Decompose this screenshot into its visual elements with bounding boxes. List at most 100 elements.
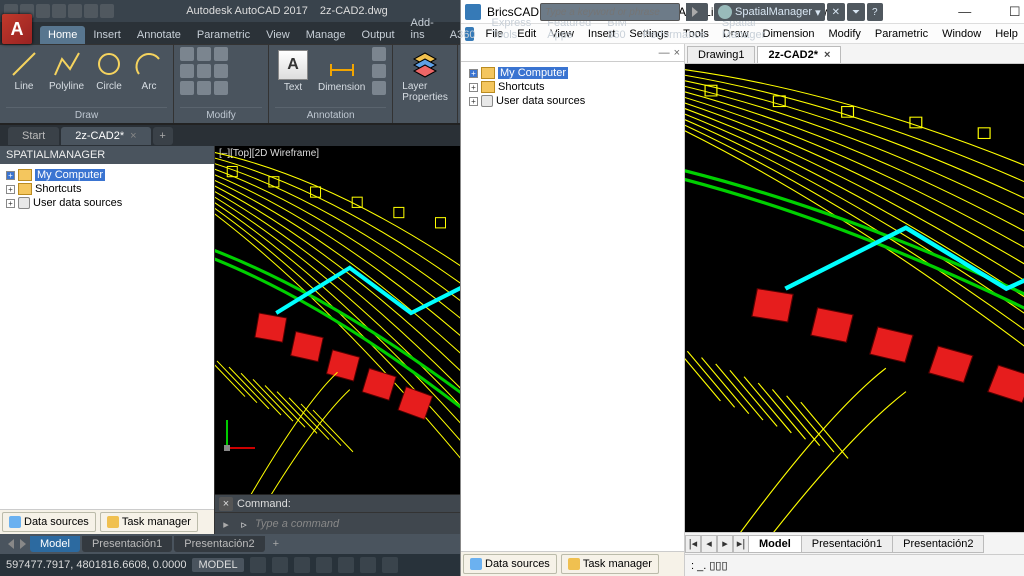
tab-task-manager[interactable]: Task manager xyxy=(100,512,198,532)
arc-button[interactable]: Arc xyxy=(131,47,167,94)
new-tab-button[interactable]: + xyxy=(153,127,173,145)
command-history-icon[interactable]: ▸ xyxy=(219,517,233,531)
doc-tab-current[interactable]: 2z-CAD2*× xyxy=(757,46,841,63)
maximize-button[interactable]: ☐ xyxy=(993,1,1024,23)
layout-last-icon[interactable]: ▸| xyxy=(733,535,749,553)
data-source-tree[interactable]: +My Computer+Shortcuts+User data sources xyxy=(461,62,684,551)
search-go-button[interactable] xyxy=(686,3,708,21)
command-input[interactable]: Type a command xyxy=(255,518,339,530)
expand-icon[interactable]: + xyxy=(6,171,15,180)
expand-icon[interactable]: + xyxy=(469,97,478,106)
menu-help[interactable]: Help xyxy=(989,26,1024,42)
circle-button[interactable]: Circle xyxy=(91,47,127,94)
ribbon-tab-a360[interactable]: A360 xyxy=(442,26,484,44)
grid-icon[interactable] xyxy=(250,557,266,573)
polyline-button[interactable]: Polyline xyxy=(46,47,87,94)
rotate-icon[interactable] xyxy=(197,47,211,61)
layout-tab-2[interactable]: Presentación2 xyxy=(174,536,264,552)
layout-first-icon[interactable]: |◂ xyxy=(685,535,701,553)
stretch-icon[interactable] xyxy=(180,81,194,95)
tree-item-user-data-sources[interactable]: +User data sources xyxy=(4,196,210,210)
expand-icon[interactable]: + xyxy=(6,199,15,208)
dimension-button[interactable]: Dimension xyxy=(315,48,368,95)
search-input[interactable] xyxy=(545,7,675,18)
layout-next-icon[interactable]: ▸ xyxy=(717,535,733,553)
signin-button[interactable]: SpatialManager▾ xyxy=(714,3,825,21)
close-icon[interactable]: × xyxy=(130,130,136,142)
tab-task-manager[interactable]: Task manager xyxy=(561,554,659,574)
move-icon[interactable] xyxy=(180,47,194,61)
expand-icon[interactable]: + xyxy=(6,185,15,194)
ribbon-tab-insert[interactable]: Insert xyxy=(85,26,129,44)
layout-tab-model[interactable]: Model xyxy=(748,535,802,553)
layout-tab-2[interactable]: Presentación2 xyxy=(892,535,984,553)
leader-icon[interactable] xyxy=(372,64,386,78)
tree-item-user-data-sources[interactable]: +User data sources xyxy=(467,94,678,108)
expand-icon[interactable]: + xyxy=(469,69,478,78)
command-line[interactable]: : _. ▯▯▯ xyxy=(685,554,1024,576)
qat-undo-icon[interactable] xyxy=(84,4,98,18)
tree-item-my-computer[interactable]: +My Computer xyxy=(467,66,678,80)
transparency-icon[interactable] xyxy=(382,557,398,573)
layout-prev-icon[interactable]: ◂ xyxy=(701,535,717,553)
doc-tab-start[interactable]: Start xyxy=(8,127,59,145)
model-viewport[interactable] xyxy=(685,64,1024,532)
copy-icon[interactable] xyxy=(180,64,194,78)
model-viewport[interactable]: [–][Top][2D Wireframe] xyxy=(215,146,460,494)
ribbon-tab-view[interactable]: View xyxy=(258,26,298,44)
layout-prev-icon[interactable] xyxy=(8,539,14,549)
status-model-badge[interactable]: MODEL xyxy=(192,558,243,572)
tree-item-shortcuts[interactable]: +Shortcuts xyxy=(467,80,678,94)
trim-icon[interactable] xyxy=(214,47,228,61)
menu-modify[interactable]: Modify xyxy=(823,26,867,42)
search-box[interactable] xyxy=(540,3,680,21)
tree-item-my-computer[interactable]: +My Computer xyxy=(4,168,210,182)
fillet-icon[interactable] xyxy=(214,64,228,78)
autocad-app-logo[interactable]: A xyxy=(2,14,32,44)
layout-tab-1[interactable]: Presentación1 xyxy=(82,536,172,552)
tree-item-shortcuts[interactable]: +Shortcuts xyxy=(4,182,210,196)
tab-data-sources[interactable]: Data sources xyxy=(463,554,557,574)
doc-tab-current[interactable]: 2z-CAD2*× xyxy=(61,127,150,145)
ribbon-tab-manage[interactable]: Manage xyxy=(298,26,354,44)
tab-data-sources[interactable]: Data sources xyxy=(2,512,96,532)
data-source-tree[interactable]: +My Computer+Shortcuts+User data sources xyxy=(0,164,214,509)
table-icon[interactable] xyxy=(372,47,386,61)
minimize-button[interactable]: — xyxy=(943,1,987,23)
add-layout-button[interactable]: + xyxy=(267,538,285,550)
osnap-icon[interactable] xyxy=(338,557,354,573)
menu-window[interactable]: Window xyxy=(936,26,987,42)
ribbon-tab-home[interactable]: Home xyxy=(40,26,85,44)
qat-saveas-icon[interactable] xyxy=(52,4,66,18)
help-icon[interactable]: ? xyxy=(867,3,883,21)
layout-tab-model[interactable]: Model xyxy=(30,536,80,552)
mirror-icon[interactable] xyxy=(197,64,211,78)
ribbon-tab-annotate[interactable]: Annotate xyxy=(129,26,189,44)
ribbon-tab-output[interactable]: Output xyxy=(354,26,403,44)
qat-redo-icon[interactable] xyxy=(100,4,114,18)
ribbon-tab-parametric[interactable]: Parametric xyxy=(189,26,258,44)
stay-connected-icon[interactable]: ⏷ xyxy=(847,3,865,21)
layout-next-icon[interactable] xyxy=(20,539,26,549)
close-commandline-icon[interactable]: × xyxy=(219,497,233,511)
ribbon-tab-add-ins[interactable]: Add-ins xyxy=(403,14,442,44)
lineweight-icon[interactable] xyxy=(360,557,376,573)
text-button[interactable]: A Text xyxy=(275,48,311,95)
line-button[interactable]: Line xyxy=(6,47,42,94)
panel-close-icon[interactable]: × xyxy=(674,47,680,59)
close-icon[interactable]: × xyxy=(824,49,830,61)
qat-save-icon[interactable] xyxy=(36,4,50,18)
polar-icon[interactable] xyxy=(316,557,332,573)
expand-icon[interactable]: + xyxy=(469,83,478,92)
exchange-apps-icon[interactable]: ✕ xyxy=(827,3,845,21)
ribbon-tab-performance[interactable]: Performance xyxy=(635,26,714,44)
layout-tab-1[interactable]: Presentación1 xyxy=(801,535,893,553)
doc-tab-drawing1[interactable]: Drawing1 xyxy=(687,46,755,63)
qat-plot-icon[interactable] xyxy=(68,4,82,18)
hatch-icon[interactable] xyxy=(372,81,386,95)
snap-icon[interactable] xyxy=(272,557,288,573)
ortho-icon[interactable] xyxy=(294,557,310,573)
scale-icon[interactable] xyxy=(197,81,211,95)
ribbon-tab-express-tools[interactable]: Express Tools xyxy=(484,14,540,44)
panel-minimize-icon[interactable]: — xyxy=(659,47,670,59)
